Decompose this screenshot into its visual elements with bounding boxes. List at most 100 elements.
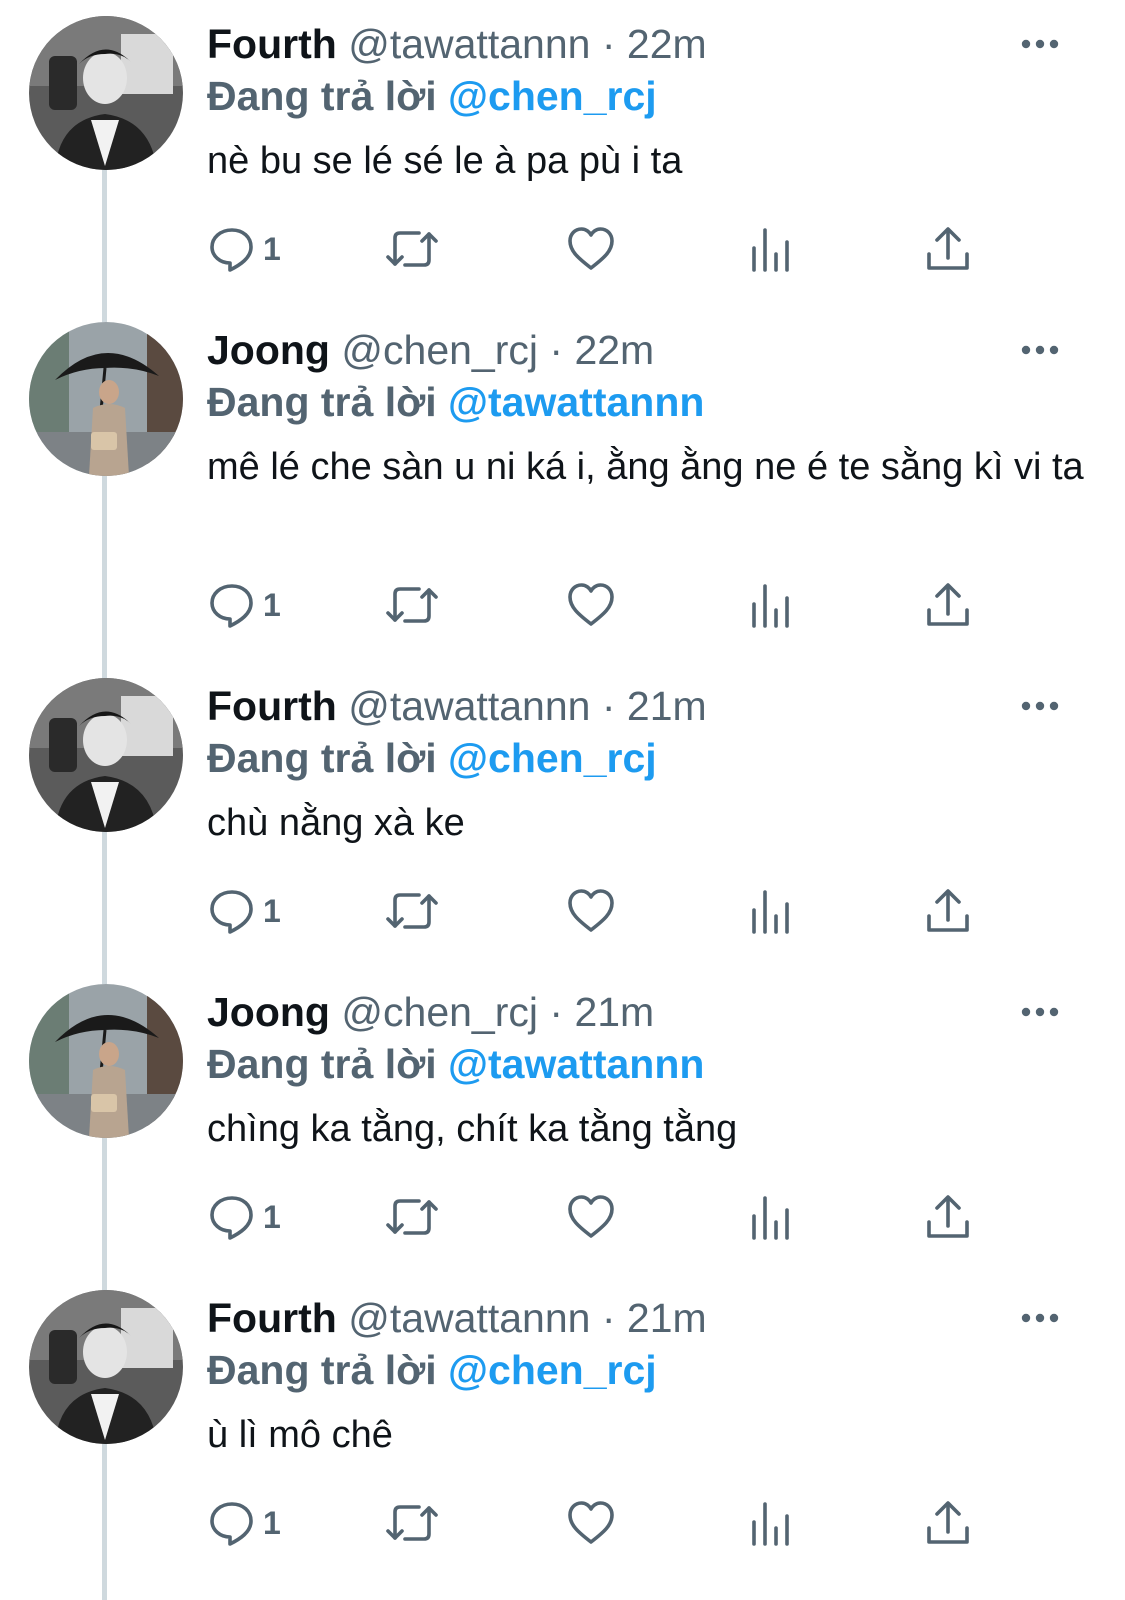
more-options-button[interactable] xyxy=(1016,34,1064,54)
avatar[interactable] xyxy=(29,984,183,1138)
heart-icon xyxy=(568,1501,614,1544)
reply-count: 1 xyxy=(263,1198,281,1235)
tweet-header: Fourth @tawattannn · 21m xyxy=(207,680,707,732)
analytics-bars-icon xyxy=(752,1196,789,1240)
like-button[interactable] xyxy=(566,1493,616,1553)
share-button[interactable] xyxy=(924,881,972,941)
user-handle[interactable]: @tawattannn xyxy=(348,21,590,67)
replying-to-line: Đang trả lời @tawattannn xyxy=(207,1038,704,1090)
user-handle[interactable]: @tawattannn xyxy=(348,683,590,729)
replying-to-label: Đang trả lời xyxy=(207,735,437,781)
retweet-icon xyxy=(386,1199,438,1235)
display-name[interactable]: Fourth xyxy=(207,21,337,67)
avatar[interactable] xyxy=(29,678,183,832)
share-upload-icon xyxy=(927,1195,969,1238)
tweet-text: mê lé che sàn u ni ká i, ằng ằng ne é te… xyxy=(207,446,1084,488)
mention-link[interactable]: @chen_rcj xyxy=(448,735,657,781)
replying-to-label: Đang trả lời xyxy=(207,379,437,425)
share-upload-icon xyxy=(927,1501,969,1544)
more-horizontal-icon xyxy=(1021,701,1059,711)
like-button[interactable] xyxy=(566,219,616,279)
action-bar: 1 xyxy=(0,1493,1125,1553)
reply-button[interactable]: 1 xyxy=(207,575,281,635)
retweet-button[interactable] xyxy=(385,575,439,635)
reply-bubble-icon xyxy=(210,1502,253,1546)
timestamp[interactable]: 21m xyxy=(627,683,707,729)
avatar[interactable] xyxy=(29,1290,183,1444)
timestamp[interactable]: 21m xyxy=(627,1295,707,1341)
share-button[interactable] xyxy=(924,1493,972,1553)
reply-button[interactable]: 1 xyxy=(207,881,281,941)
separator-dot: · xyxy=(549,989,564,1035)
share-button[interactable] xyxy=(924,1187,972,1247)
analytics-button[interactable] xyxy=(746,1493,796,1553)
analytics-button[interactable] xyxy=(746,881,796,941)
avatar[interactable] xyxy=(29,16,183,170)
display-name[interactable]: Joong xyxy=(207,989,330,1035)
mention-link[interactable]: @chen_rcj xyxy=(448,73,657,119)
display-name[interactable]: Joong xyxy=(207,327,330,373)
more-options-button[interactable] xyxy=(1016,1002,1064,1022)
retweet-button[interactable] xyxy=(385,219,439,279)
tweet-header: Joong @chen_rcj · 21m xyxy=(207,986,654,1038)
retweet-button[interactable] xyxy=(385,881,439,941)
reply-count: 1 xyxy=(263,586,281,623)
more-options-button[interactable] xyxy=(1016,1308,1064,1328)
mention-link[interactable]: @tawattannn xyxy=(448,1041,704,1087)
avatar-fourth-image xyxy=(29,1290,183,1444)
replying-to-label: Đang trả lời xyxy=(207,1041,437,1087)
more-options-button[interactable] xyxy=(1016,340,1064,360)
retweet-icon xyxy=(386,231,438,267)
share-upload-icon xyxy=(927,889,969,932)
tweet-header: Fourth @tawattannn · 22m xyxy=(207,18,707,70)
timestamp[interactable]: 22m xyxy=(627,21,707,67)
action-bar: 1 xyxy=(0,1187,1125,1247)
separator-dot: · xyxy=(601,1295,616,1341)
analytics-button[interactable] xyxy=(746,219,796,279)
reply-button[interactable]: 1 xyxy=(207,219,281,279)
retweet-icon xyxy=(386,587,438,623)
tweet-header: Fourth @tawattannn · 21m xyxy=(207,1292,707,1344)
avatar[interactable] xyxy=(29,322,183,476)
display-name[interactable]: Fourth xyxy=(207,1295,337,1341)
analytics-button[interactable] xyxy=(746,1187,796,1247)
more-horizontal-icon xyxy=(1021,345,1059,355)
like-button[interactable] xyxy=(566,1187,616,1247)
user-handle[interactable]: @tawattannn xyxy=(348,1295,590,1341)
more-horizontal-icon xyxy=(1021,39,1059,49)
analytics-bars-icon xyxy=(752,1502,789,1546)
user-handle[interactable]: @chen_rcj xyxy=(341,989,538,1035)
more-horizontal-icon xyxy=(1021,1007,1059,1017)
like-button[interactable] xyxy=(566,575,616,635)
avatar-fourth-image xyxy=(29,678,183,832)
heart-icon xyxy=(568,227,614,270)
reply-button[interactable]: 1 xyxy=(207,1187,281,1247)
retweet-button[interactable] xyxy=(385,1187,439,1247)
like-button[interactable] xyxy=(566,881,616,941)
more-horizontal-icon xyxy=(1021,1313,1059,1323)
reply-bubble-icon xyxy=(210,228,253,272)
more-options-button[interactable] xyxy=(1016,696,1064,716)
replying-to-label: Đang trả lời xyxy=(207,1347,437,1393)
heart-icon xyxy=(568,1195,614,1238)
retweet-button[interactable] xyxy=(385,1493,439,1553)
replying-to-line: Đang trả lời @chen_rcj xyxy=(207,70,657,122)
reply-button[interactable]: 1 xyxy=(207,1493,281,1553)
separator-dot: · xyxy=(549,327,564,373)
analytics-bars-icon xyxy=(752,228,789,272)
share-button[interactable] xyxy=(924,219,972,279)
user-handle[interactable]: @chen_rcj xyxy=(341,327,538,373)
reply-bubble-icon xyxy=(210,1196,253,1240)
mention-link[interactable]: @chen_rcj xyxy=(448,1347,657,1393)
reply-count: 1 xyxy=(263,1504,281,1541)
timestamp[interactable]: 22m xyxy=(574,327,654,373)
mention-link[interactable]: @tawattannn xyxy=(448,379,704,425)
tweet-text: chìng ka tằng, chít ka tằng tằng xyxy=(207,1108,738,1150)
display-name[interactable]: Fourth xyxy=(207,683,337,729)
timestamp[interactable]: 21m xyxy=(574,989,654,1035)
share-button[interactable] xyxy=(924,575,972,635)
replying-to-line: Đang trả lời @tawattannn xyxy=(207,376,704,428)
reply-count: 1 xyxy=(263,892,281,929)
analytics-button[interactable] xyxy=(746,575,796,635)
replying-to-line: Đang trả lời @chen_rcj xyxy=(207,1344,657,1396)
